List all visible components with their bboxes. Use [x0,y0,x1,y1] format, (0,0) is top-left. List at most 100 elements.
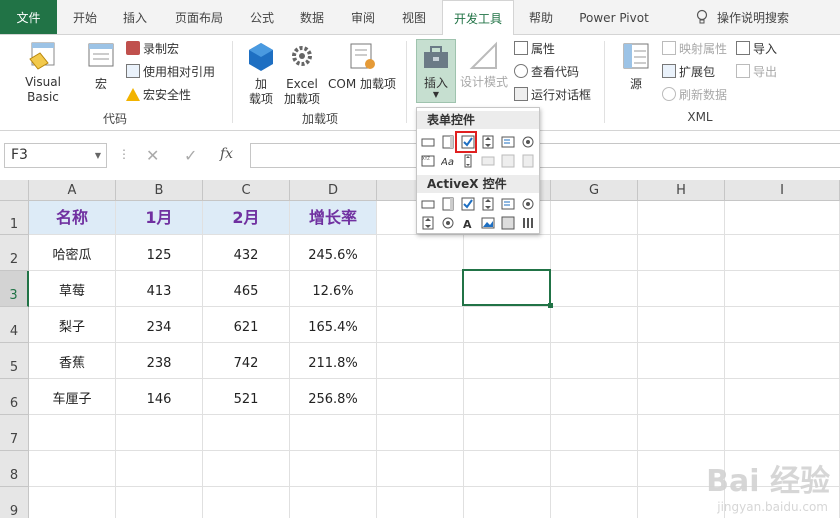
row-header-1[interactable]: 1 [0,201,29,235]
list-box-control-icon[interactable] [501,135,515,149]
column-header-c[interactable]: C [203,180,290,201]
data-cell[interactable]: 521 [203,379,290,415]
macros-button[interactable]: 宏 [84,41,118,92]
label-a-control-icon[interactable]: A [461,216,475,231]
empty-cell[interactable] [290,415,377,451]
data-cell[interactable]: 234 [116,307,203,343]
data-cell[interactable]: 哈密瓜 [29,235,116,271]
data-cell[interactable]: 742 [203,343,290,379]
addins-button[interactable]: 加 载项 [244,41,278,107]
data-cell[interactable]: 465 [203,271,290,307]
empty-cell[interactable] [638,201,725,235]
option-button-control-icon[interactable] [521,197,535,211]
data-cell[interactable]: 草莓 [29,271,116,307]
empty-cell[interactable] [377,343,464,379]
data-cell[interactable]: 245.6% [290,235,377,271]
text-field-control-icon[interactable] [481,154,495,168]
data-cell[interactable]: 621 [203,307,290,343]
header-cell[interactable]: 1月 [116,201,203,235]
empty-cell[interactable] [638,379,725,415]
data-cell[interactable]: 165.4% [290,307,377,343]
enter-icon[interactable]: ✓ [184,146,197,165]
fill-handle[interactable] [548,303,553,308]
empty-cell[interactable] [116,451,203,487]
tab-home[interactable]: 开始 [60,0,110,34]
select-all-corner[interactable] [0,180,29,201]
column-header-h[interactable]: H [638,180,725,201]
empty-cell[interactable] [377,235,464,271]
empty-cell[interactable] [551,415,638,451]
design-mode-button[interactable]: 设计模式 [458,41,510,90]
row-header-5[interactable]: 5 [0,343,29,379]
image-control-icon[interactable] [481,216,495,230]
empty-cell[interactable] [203,415,290,451]
tab-power-pivot[interactable]: Power Pivot [570,0,658,34]
column-header-b[interactable]: B [116,180,203,201]
data-cell[interactable]: 432 [203,235,290,271]
empty-cell[interactable] [377,379,464,415]
empty-cell[interactable] [116,487,203,518]
option-control-icon[interactable] [441,216,455,230]
spin-button-control-icon[interactable] [481,135,495,149]
empty-cell[interactable] [638,307,725,343]
empty-cell[interactable] [638,415,725,451]
empty-cell[interactable] [464,379,551,415]
row-header-6[interactable]: 6 [0,379,29,415]
empty-cell[interactable] [203,451,290,487]
column-header-i[interactable]: I [725,180,840,201]
data-cell[interactable]: 梨子 [29,307,116,343]
column-header-d[interactable]: D [290,180,377,201]
empty-cell[interactable] [551,451,638,487]
insert-controls-button[interactable]: 插入 ▼ [416,39,456,103]
xml-source-button[interactable]: 源 [618,41,654,92]
tab-view[interactable]: 视图 [390,0,438,34]
empty-cell[interactable] [725,201,840,235]
formula-input[interactable] [250,143,840,168]
button-control-icon[interactable] [421,135,435,149]
row-header-8[interactable]: 8 [0,451,29,487]
empty-cell[interactable] [725,235,840,271]
empty-cell[interactable] [725,271,840,307]
label-control-icon[interactable]: Aa [440,154,455,168]
empty-cell[interactable] [464,235,551,271]
tab-help[interactable]: 帮助 [518,0,564,34]
refresh-data-button[interactable]: 刷新数据 [662,85,727,105]
empty-cell[interactable] [551,343,638,379]
empty-cell[interactable] [551,235,638,271]
data-cell[interactable]: 车厘子 [29,379,116,415]
empty-cell[interactable] [638,235,725,271]
empty-cell[interactable] [290,487,377,518]
more-controls-icon[interactable] [521,216,535,230]
empty-cell[interactable] [116,415,203,451]
empty-cell[interactable] [290,451,377,487]
combo-drop-control-icon[interactable] [521,154,535,168]
empty-cell[interactable] [464,307,551,343]
data-cell[interactable]: 125 [116,235,203,271]
import-button[interactable]: 导入 [736,39,777,59]
combo-list-control-icon[interactable] [501,154,515,168]
spin-button-control-icon[interactable] [481,197,495,211]
combo-box-control-icon[interactable] [441,197,455,211]
tab-insert[interactable]: 插入 [112,0,158,34]
empty-cell[interactable] [638,343,725,379]
row-header-3[interactable]: 3 [0,271,29,307]
empty-cell[interactable] [29,415,116,451]
properties-button[interactable]: 属性 [514,39,555,59]
empty-cell[interactable] [203,487,290,518]
chevron-down-icon[interactable]: ▼ [95,144,101,167]
map-properties-button[interactable]: 映射属性 [662,39,727,59]
empty-cell[interactable] [551,271,638,307]
group-box-control-icon[interactable]: XYZ [421,154,435,168]
empty-cell[interactable] [551,307,638,343]
name-box[interactable]: F3 ▼ [4,143,107,168]
com-addins-button[interactable]: COM 加载项 [326,41,398,92]
empty-cell[interactable] [464,343,551,379]
empty-cell[interactable] [551,487,638,518]
header-cell[interactable]: 2月 [203,201,290,235]
selected-cell-f3[interactable] [462,269,551,306]
run-dialog-button[interactable]: 运行对话框 [514,85,591,105]
option-button-control-icon[interactable] [521,135,535,149]
empty-cell[interactable] [29,487,116,518]
header-cell[interactable]: 名称 [29,201,116,235]
empty-cell[interactable] [725,379,840,415]
